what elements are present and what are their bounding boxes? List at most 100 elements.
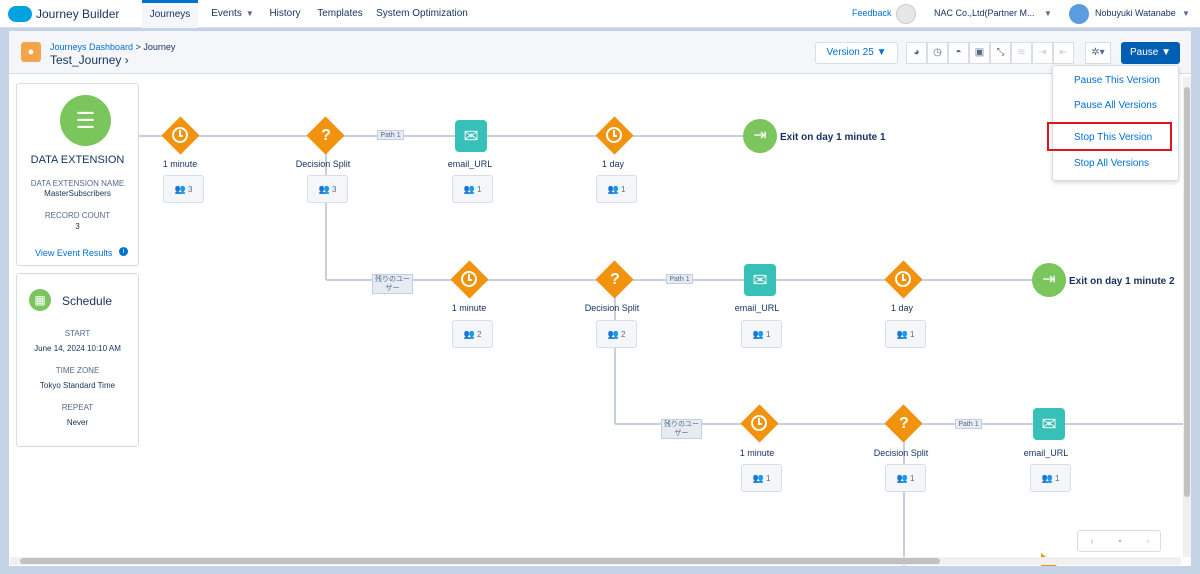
people-icon: 👥: [463, 184, 475, 194]
tab-history[interactable]: History: [266, 0, 304, 28]
question-icon: ?: [899, 415, 909, 432]
wait-count-badge[interactable]: 👥 1: [741, 464, 782, 492]
wait-count-badge[interactable]: 👥 3: [163, 175, 204, 203]
wait-count-badge[interactable]: 👥 1: [885, 320, 926, 348]
email-icon[interactable]: ✉: [1033, 408, 1065, 440]
people-icon: 👥: [1041, 473, 1053, 483]
people-icon: 👥: [896, 329, 908, 339]
split-count-badge[interactable]: 👥 1: [885, 464, 926, 492]
tab-journeys[interactable]: Journeys: [142, 0, 198, 28]
email-count-badge[interactable]: 👥 1: [452, 175, 493, 203]
org-switcher[interactable]: NAC Co.,Ltd(Partner M...: [934, 8, 1035, 18]
clock-icon: [606, 127, 622, 143]
decision-split-label: Decision Split: [873, 448, 929, 458]
menu-item-stop-all-versions[interactable]: Stop All Versions: [1074, 158, 1149, 169]
zoom-controls: ‹ • ▫: [1077, 530, 1161, 552]
tab-system-optimization[interactable]: System Optimization: [376, 0, 468, 28]
user-avatar[interactable]: [1069, 4, 1089, 24]
chevron-down-icon: ▼: [245, 9, 254, 18]
highlight-box: [1047, 122, 1172, 151]
scroll-thumb[interactable]: [1184, 87, 1190, 497]
path-label: Path 1: [955, 419, 982, 429]
entry-source-title: DATA EXTENSION: [30, 154, 125, 166]
user-menu[interactable]: Nobuyuki Watanabe: [1095, 8, 1176, 18]
journey-workspace: ● Journeys Dashboard > Journey Test_Jour…: [9, 31, 1191, 566]
email-icon[interactable]: ✉: [744, 264, 776, 296]
vertical-scrollbar[interactable]: [1183, 77, 1191, 557]
entry-source-card[interactable]: ☰ DATA EXTENSION DATA EXTENSION NAME Mas…: [16, 83, 139, 266]
schedule-title: Schedule: [62, 294, 113, 308]
clock-icon: [895, 271, 911, 287]
schedule-card[interactable]: ▦ Schedule START June 14, 2024 10:10 AM …: [16, 273, 139, 447]
split-count-badge[interactable]: 👥 3: [307, 175, 348, 203]
email-icon[interactable]: ✉: [455, 120, 487, 152]
fit-icon[interactable]: ▫: [1134, 531, 1162, 551]
app-name: Journey Builder: [36, 7, 120, 21]
email-label: email_URL: [1023, 448, 1069, 458]
people-icon: 👥: [463, 329, 475, 339]
chevron-down-icon[interactable]: ▼: [1182, 9, 1190, 18]
wait-label: 1 minute: [451, 303, 487, 313]
chevron-down-icon[interactable]: ▼: [1044, 9, 1052, 18]
people-icon: 👥: [318, 184, 330, 194]
view-event-results-link[interactable]: View Event Results: [35, 248, 112, 258]
people-icon: 👥: [174, 184, 186, 194]
record-count-label: RECORD COUNT: [44, 211, 111, 220]
wait-count-badge[interactable]: 👥 1: [596, 175, 637, 203]
people-icon: 👥: [607, 329, 619, 339]
wait-label: 1 day: [601, 159, 625, 169]
salesforce-logo-icon: [8, 6, 32, 22]
menu-item-pause-all-versions[interactable]: Pause All Versions: [1074, 100, 1157, 111]
email-label: email_URL: [447, 159, 493, 169]
record-count-value: 3: [75, 222, 80, 231]
email-count-badge[interactable]: 👥 1: [741, 320, 782, 348]
clock-icon: [751, 415, 767, 431]
exit-label: Exit on day 1 minute 1: [780, 132, 886, 143]
scroll-thumb[interactable]: [20, 558, 940, 564]
tab-events[interactable]: Events ▼: [205, 0, 260, 28]
tab-templates[interactable]: Templates: [314, 0, 366, 28]
email-label: email_URL: [734, 303, 780, 313]
wait-label: 1 minute: [162, 159, 198, 169]
question-icon: ?: [321, 127, 331, 144]
email-count-badge[interactable]: 👥 1: [1030, 464, 1071, 492]
start-value: June 14, 2024 10:10 AM: [34, 344, 121, 353]
remaining-users-label: 残りのユーザー: [372, 274, 413, 294]
top-nav: Journey Builder Journeys Events ▼ History…: [0, 0, 1200, 28]
entry-name-value: MasterSubscribers: [44, 189, 111, 198]
data-extension-icon: ☰: [60, 95, 111, 146]
exit-icon[interactable]: ⇥: [743, 119, 777, 153]
feedback-link[interactable]: Feedback: [852, 8, 892, 18]
question-icon: ?: [610, 271, 620, 288]
clock-icon: [172, 127, 188, 143]
decision-split-label: Decision Split: [295, 159, 351, 169]
calendar-icon: ▦: [29, 289, 51, 311]
zoom-out-icon[interactable]: ‹: [1078, 531, 1106, 551]
people-icon: 👥: [752, 329, 764, 339]
remaining-users-label: 残りのユーザー: [661, 419, 702, 439]
zoom-reset-icon[interactable]: •: [1106, 531, 1134, 551]
entry-name-label: DATA EXTENSION NAME: [30, 179, 125, 188]
people-icon: 👥: [607, 184, 619, 194]
org-avatar: [896, 4, 916, 24]
exit-icon[interactable]: ⇥: [1032, 263, 1066, 297]
decision-split-label: Decision Split: [584, 303, 640, 313]
path-label: Path 1: [377, 130, 404, 140]
wait-label: 1 day: [890, 303, 914, 313]
wait-label: 1 minute: [739, 448, 775, 458]
exit-label: Exit on day 1 minute 2: [1069, 276, 1175, 287]
timezone-label: TIME ZONE: [55, 366, 100, 375]
split-count-badge[interactable]: 👥 2: [596, 320, 637, 348]
wait-count-badge[interactable]: 👥 2: [452, 320, 493, 348]
menu-item-pause-this-version[interactable]: Pause This Version: [1074, 75, 1160, 86]
repeat-value: Never: [66, 418, 89, 427]
horizontal-scrollbar[interactable]: [10, 557, 1181, 565]
start-label: START: [64, 329, 91, 338]
info-icon[interactable]: i: [119, 247, 128, 256]
repeat-label: REPEAT: [61, 403, 94, 412]
people-icon: 👥: [896, 473, 908, 483]
clock-icon: [461, 271, 477, 287]
path-label: Path 1: [666, 274, 693, 284]
people-icon: 👥: [752, 473, 764, 483]
timezone-value: Tokyo Standard Time: [39, 381, 116, 390]
